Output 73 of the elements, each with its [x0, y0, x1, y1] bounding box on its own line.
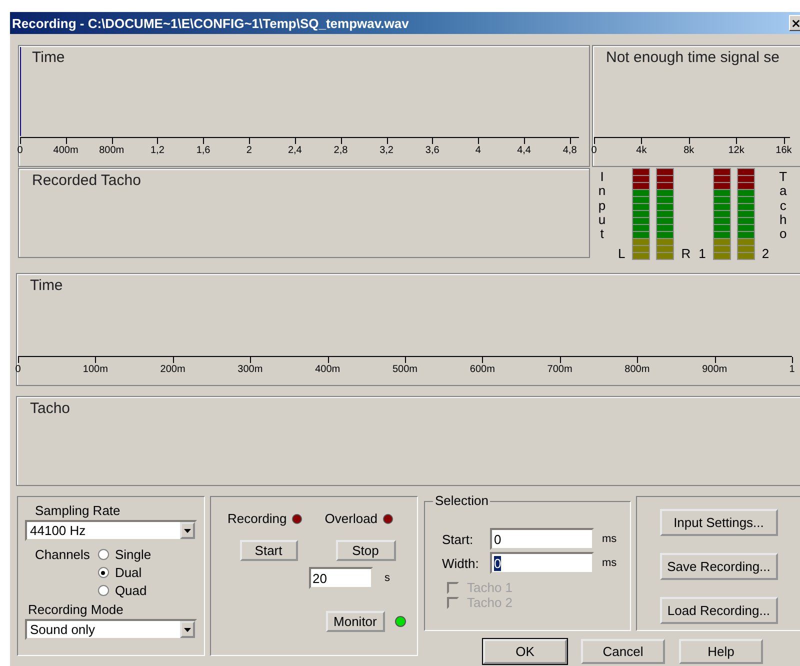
sampling-rate-label: Sampling Rate	[35, 503, 122, 518]
unit-label: s	[384, 572, 390, 584]
unit-label: ms	[602, 557, 617, 569]
plot-title: Tacho	[30, 400, 70, 417]
axis-label: 900m	[702, 364, 728, 375]
axis-label: 4	[475, 145, 481, 156]
action-button[interactable]: Load Recording...	[660, 597, 778, 624]
meter-label: Input	[598, 170, 606, 242]
indicator-label: Recording	[228, 511, 287, 526]
plot-title: Time	[32, 49, 65, 66]
sampling-rate-dropdown[interactable]: 44100 Hz	[25, 520, 197, 541]
axis-label: 0	[17, 145, 23, 156]
axis-label: 2	[246, 145, 252, 156]
channel-label: R	[680, 247, 692, 260]
window-title: Recording - C:\DOCUME~1\E\CONFIG~1\Temp\SQ_tempwav.wav	[11, 16, 409, 30]
stop-button[interactable]: Stop	[336, 540, 396, 561]
dropdown-arrow-icon	[184, 528, 191, 532]
monitor-button[interactable]: Monitor	[326, 611, 385, 632]
indicator-label: Overload	[324, 511, 378, 526]
channel-radio[interactable]: Dual	[98, 565, 152, 580]
plot-title: Time	[30, 277, 63, 294]
axis-label: 4,4	[517, 145, 531, 156]
plot-title: Recorded Tacho	[32, 172, 141, 189]
close-icon	[792, 18, 800, 28]
dialog-button[interactable]: Cancel	[581, 639, 665, 664]
close-button[interactable]	[789, 15, 800, 31]
axis-label: 3,2	[380, 145, 394, 156]
channel-radio[interactable]: Quad	[98, 583, 152, 598]
channel-label: L	[617, 247, 626, 260]
number-field[interactable]: 0	[490, 528, 594, 550]
axis-label: 3,6	[425, 145, 440, 156]
channels-label: Channels	[35, 547, 90, 564]
dialog-button[interactable]: OK	[483, 639, 567, 664]
axis-label: 500m	[392, 364, 418, 375]
group-title: Selection	[433, 493, 490, 508]
dialog-button[interactable]: Help	[679, 639, 763, 664]
recording-mode-label: Recording Mode	[28, 602, 124, 617]
axis-label: 12k	[728, 145, 744, 156]
action-button[interactable]: Save Recording...	[660, 553, 778, 580]
axis-label: 100m	[82, 364, 108, 375]
axis-label: 1,6	[196, 145, 210, 156]
axis-label: 0	[15, 364, 21, 375]
axis-label: 200m	[160, 364, 186, 375]
action-button[interactable]: Input Settings...	[660, 509, 778, 536]
axis-label: 8k	[684, 145, 694, 156]
axis-label: 4k	[636, 145, 647, 156]
axis-label: 0	[591, 145, 597, 156]
recording-mode-dropdown[interactable]: Sound only	[25, 619, 197, 640]
axis-label: 2,8	[334, 145, 348, 156]
unit-label: ms	[602, 533, 617, 545]
start-button[interactable]: Start	[240, 540, 298, 561]
dropdown-arrow-icon	[184, 628, 191, 632]
field-label: Start:	[442, 532, 474, 546]
axis-label: 1,2	[150, 145, 164, 156]
axis-label: 800m	[624, 364, 650, 375]
channel-label: 1	[698, 247, 707, 260]
axis-label: 16k	[776, 145, 792, 156]
channel-label: 2	[760, 247, 770, 260]
axis-label: 1	[789, 364, 795, 375]
axis-label: 4,8	[562, 145, 577, 156]
axis-label: 2,4	[288, 145, 302, 156]
axis-label: 400m	[53, 145, 78, 156]
axis-label: 700m	[547, 364, 572, 375]
number-field[interactable]: 0	[490, 552, 594, 574]
duration-field[interactable]: 20	[308, 567, 373, 589]
meter-label: Tacho	[779, 170, 788, 242]
plot-title: Not enough time signal se	[606, 49, 780, 66]
field-label: Width:	[442, 556, 480, 570]
axis-label: 400m	[315, 364, 340, 375]
axis-label: 800m	[99, 145, 124, 156]
axis-label: 300m	[238, 364, 263, 375]
axis-label: 600m	[470, 364, 495, 375]
channel-radio[interactable]: Single	[98, 547, 152, 562]
